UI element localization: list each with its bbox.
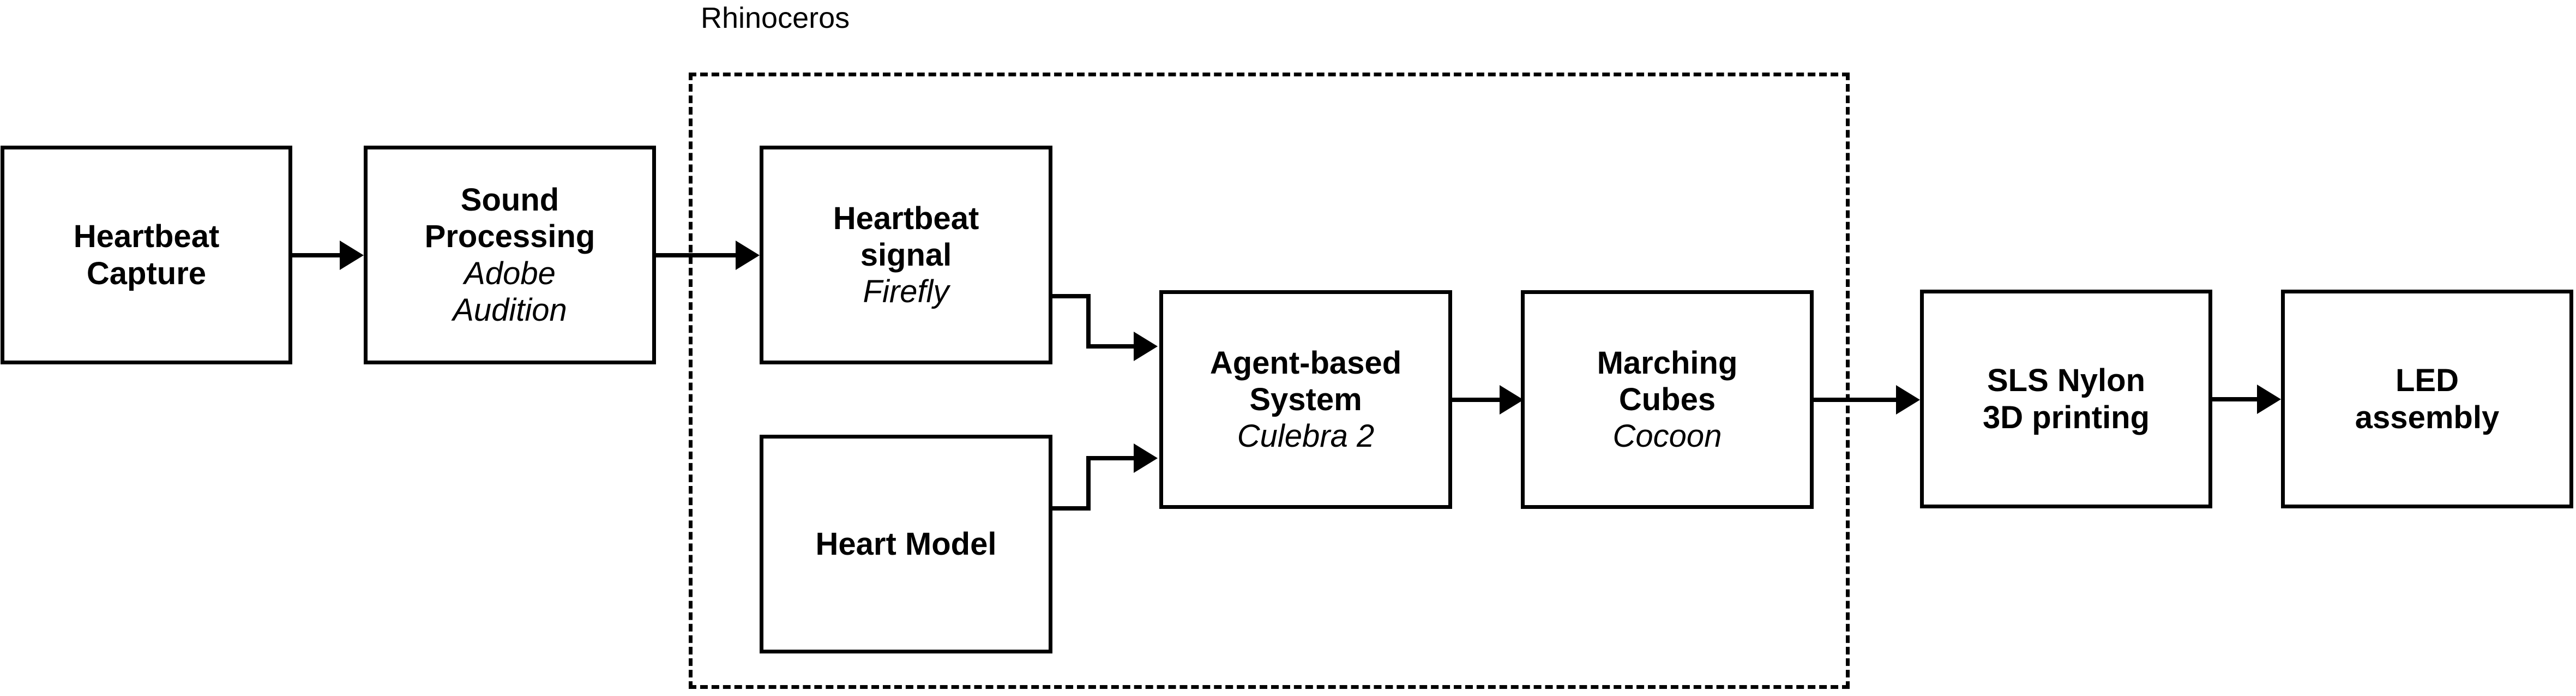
node-agent-based-system-subtitle: Culebra 2 bbox=[1237, 418, 1375, 454]
connector-signal-to-agent-arrowhead bbox=[1134, 332, 1158, 361]
node-led-assembly-title: LED assembly bbox=[2355, 363, 2500, 435]
connector-capture-to-sound-line bbox=[292, 253, 340, 257]
node-heartbeat-capture[interactable]: Heartbeat Capture bbox=[1, 146, 292, 364]
connector-signal-to-agent-seg2 bbox=[1086, 294, 1091, 349]
node-sound-processing-title: Sound Processing bbox=[424, 182, 595, 255]
connector-agent-to-cubes-arrowhead bbox=[1500, 385, 1524, 415]
connector-model-to-agent-arrowhead bbox=[1134, 443, 1158, 473]
connector-model-to-agent-seg2 bbox=[1086, 456, 1091, 511]
connector-signal-to-agent-seg3 bbox=[1086, 344, 1134, 349]
node-heartbeat-signal-subtitle: Firefly bbox=[863, 274, 949, 310]
node-heartbeat-capture-title: Heartbeat Capture bbox=[73, 219, 220, 291]
node-marching-cubes[interactable]: Marching Cubes Cocoon bbox=[1521, 290, 1814, 509]
connector-capture-to-sound-arrowhead bbox=[340, 241, 364, 270]
connector-sound-to-signal-line bbox=[656, 253, 736, 257]
connector-agent-to-cubes-line bbox=[1452, 398, 1500, 402]
node-sls-nylon-printing-title: SLS Nylon 3D printing bbox=[1982, 363, 2150, 435]
node-agent-based-system-title: Agent-based System bbox=[1209, 345, 1402, 417]
node-heart-model-title: Heart Model bbox=[815, 526, 997, 562]
connector-signal-to-agent-seg1 bbox=[1052, 294, 1091, 298]
diagram-canvas: Rhinoceros Heartbeat Capture Sound Proce… bbox=[0, 0, 2576, 696]
connector-sls-to-led-line bbox=[2212, 397, 2258, 401]
connector-model-to-agent-seg1 bbox=[1052, 506, 1091, 511]
node-heart-model[interactable]: Heart Model bbox=[760, 435, 1052, 653]
node-sls-nylon-printing[interactable]: SLS Nylon 3D printing bbox=[1920, 290, 2212, 508]
node-marching-cubes-title: Marching Cubes bbox=[1597, 345, 1738, 417]
node-agent-based-system[interactable]: Agent-based System Culebra 2 bbox=[1159, 290, 1452, 509]
node-sound-processing-subtitle: Adobe Audition bbox=[453, 255, 567, 328]
node-heartbeat-signal-title: Heartbeat signal bbox=[833, 200, 979, 273]
connector-cubes-to-sls-line bbox=[1814, 398, 1897, 402]
node-sound-processing[interactable]: Sound Processing Adobe Audition bbox=[364, 146, 656, 364]
connector-model-to-agent-seg3 bbox=[1086, 456, 1134, 460]
rhinoceros-group-label: Rhinoceros bbox=[697, 3, 853, 33]
connector-sound-to-signal-arrowhead bbox=[736, 241, 760, 270]
connector-sls-to-led-arrowhead bbox=[2257, 385, 2281, 414]
connector-cubes-to-sls-arrowhead bbox=[1896, 385, 1920, 415]
node-marching-cubes-subtitle: Cocoon bbox=[1612, 418, 1722, 454]
node-led-assembly[interactable]: LED assembly bbox=[2281, 290, 2573, 508]
node-heartbeat-signal[interactable]: Heartbeat signal Firefly bbox=[760, 146, 1052, 364]
